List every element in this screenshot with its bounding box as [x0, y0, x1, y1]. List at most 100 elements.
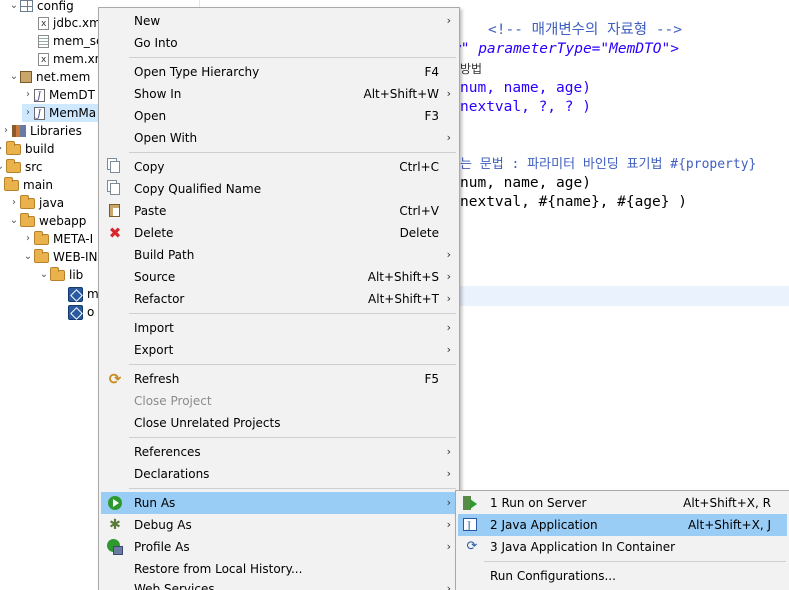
submenu-item-run-configurations[interactable]: Run Configurations... — [458, 565, 787, 587]
menu-item-copy[interactable]: Copy Ctrl+C — [101, 156, 457, 178]
menu-item-delete[interactable]: ✖ Delete Delete — [101, 222, 457, 244]
menu-item-open-with[interactable]: Open With › — [101, 127, 457, 149]
package-icon — [20, 71, 32, 83]
collapse-arrow-icon[interactable]: › — [22, 104, 34, 122]
collapse-arrow-icon[interactable]: › — [8, 194, 20, 212]
tree-item-java[interactable]: › java — [8, 194, 64, 212]
copy-icon — [110, 161, 120, 173]
tree-item-meta-inf[interactable]: › META-I — [22, 230, 93, 248]
submenu-arrow-icon: › — [446, 582, 451, 590]
submenu-arrow-icon: › — [446, 131, 451, 144]
submenu-arrow-icon: › — [446, 87, 451, 100]
tree-item-lib[interactable]: ⌄ lib — [38, 266, 83, 284]
editor-line: 는 문법 : 파라미터 바인딩 표기법 #{property} — [460, 157, 757, 172]
folder-icon — [20, 212, 35, 227]
submenu-arrow-icon: › — [446, 292, 451, 305]
tree-item-jar-1[interactable]: m — [68, 285, 99, 303]
menu-item-source[interactable]: Source Alt+Shift+S › — [101, 266, 457, 288]
expand-arrow-icon[interactable]: ⌄ — [22, 248, 34, 266]
menu-separator — [129, 57, 456, 58]
folder-icon — [6, 158, 21, 173]
menu-separator — [129, 313, 456, 314]
menu-item-go-into[interactable]: Go Into — [101, 32, 457, 54]
folder-icon — [6, 140, 21, 155]
menu-separator — [129, 437, 456, 438]
delete-icon: ✖ — [108, 224, 122, 242]
java-file-icon — [34, 88, 45, 106]
copy-icon — [110, 183, 120, 195]
menu-item-build-path[interactable]: Build Path › — [101, 244, 457, 266]
tree-item-libraries[interactable]: › Libraries — [0, 122, 82, 140]
tree-item-build[interactable]: › build — [0, 140, 55, 158]
menu-item-show-in[interactable]: Show In Alt+Shift+W › — [101, 83, 457, 105]
editor-line: 방법 — [460, 62, 483, 76]
tree-item-webapp[interactable]: ⌄ webapp — [8, 212, 86, 230]
run-icon — [108, 496, 122, 510]
submenu-item-run-on-server[interactable]: 1 Run on Server Alt+Shift+X, R — [458, 492, 787, 514]
tree-item-memmain[interactable]: › MemMa — [22, 104, 102, 124]
menu-item-new[interactable]: New › — [101, 10, 457, 32]
text-file-icon — [38, 34, 49, 48]
folder-icon — [20, 194, 35, 209]
submenu-item-java-application-in-container[interactable]: ⟳ 3 Java Application In Container — [458, 536, 787, 558]
menu-item-references[interactable]: References › — [101, 441, 457, 463]
tree-item-src[interactable]: ⌄ src — [0, 158, 43, 176]
tree-item-config[interactable]: ⌄ config — [8, 0, 74, 15]
menu-item-refactor[interactable]: Refactor Alt+Shift+T › — [101, 288, 457, 310]
editor-line: nextval, #{name}, #{age} ) — [460, 194, 687, 210]
menu-separator — [129, 364, 456, 365]
collapse-arrow-icon[interactable]: › — [0, 122, 12, 140]
editor-line: <!-- 매개변수의 자료형 --> — [488, 22, 683, 38]
container-icon: ⟳ — [466, 539, 478, 554]
collapse-arrow-icon[interactable]: › — [22, 230, 34, 248]
menu-item-open-type-hierarchy[interactable]: Open Type Hierarchy F4 — [101, 61, 457, 83]
submenu-arrow-icon: › — [446, 518, 451, 531]
tree-item-net-mem[interactable]: ⌄ net.mem — [8, 68, 90, 86]
menu-item-paste[interactable]: Paste Ctrl+V — [101, 200, 457, 222]
menu-item-profile-as[interactable]: Profile As › — [101, 536, 457, 558]
tree-item-mem-xml[interactable]: mem.xn — [38, 50, 102, 69]
menu-separator — [484, 561, 786, 562]
tree-item-web-inf[interactable]: ⌄ WEB-IN — [22, 248, 98, 266]
collapse-arrow-icon[interactable]: › — [22, 86, 34, 104]
java-application-icon — [463, 516, 477, 538]
profile-icon — [107, 539, 123, 555]
xml-file-icon — [38, 51, 49, 69]
folder-grid-icon — [20, 0, 33, 12]
menu-item-web-services[interactable]: Web Services › — [101, 580, 457, 590]
tree-item-jdbc-xml[interactable]: jdbc.xm — [38, 14, 101, 33]
menu-item-export[interactable]: Export › — [101, 339, 457, 361]
editor-line: nextval, ?, ? ) — [460, 99, 591, 115]
editor-line: w" parameterType="MemDTO"> — [452, 40, 679, 59]
submenu-arrow-icon: › — [446, 14, 451, 27]
expand-arrow-icon[interactable]: ⌄ — [8, 68, 20, 86]
menu-item-refresh[interactable]: ⟳ Refresh F5 — [101, 368, 457, 390]
menu-item-copy-qualified-name[interactable]: Copy Qualified Name — [101, 178, 457, 200]
jar-icon — [68, 304, 83, 320]
folder-icon — [4, 176, 19, 191]
menu-item-declarations[interactable]: Declarations › — [101, 463, 457, 485]
expand-arrow-icon[interactable]: ⌄ — [8, 0, 20, 15]
tree-item-main[interactable]: ⌄ main — [0, 176, 53, 194]
menu-item-import[interactable]: Import › — [101, 317, 457, 339]
submenu-arrow-icon: › — [446, 270, 451, 283]
menu-item-run-as[interactable]: Run As › — [101, 492, 457, 514]
tree-item-mem-sql[interactable]: mem_sc — [38, 32, 103, 50]
submenu-arrow-icon: › — [446, 496, 451, 509]
menu-item-open[interactable]: Open F3 — [101, 105, 457, 127]
folder-icon — [50, 266, 65, 281]
submenu-item-java-application[interactable]: 2 Java Application Alt+Shift+X, J — [458, 514, 787, 538]
run-on-server-icon — [463, 496, 477, 510]
menu-item-close-project: Close Project — [134, 394, 212, 408]
tree-item-memdto[interactable]: › MemDT — [22, 86, 95, 106]
run-as-submenu: 1 Run on Server Alt+Shift+X, R 2 Java Ap… — [455, 490, 789, 590]
menu-item-close-unrelated-projects[interactable]: Close Unrelated Projects — [101, 412, 457, 434]
folder-icon — [34, 230, 49, 245]
submenu-arrow-icon: › — [446, 445, 451, 458]
menu-item-debug-as[interactable]: ✱ Debug As › — [101, 514, 457, 536]
tree-item-jar-2[interactable]: o — [68, 303, 94, 321]
expand-arrow-icon[interactable]: ⌄ — [8, 212, 20, 230]
expand-arrow-icon[interactable]: ⌄ — [38, 266, 50, 284]
menu-item-restore-local-history[interactable]: Restore from Local History... — [101, 558, 457, 580]
menu-separator — [129, 488, 456, 489]
